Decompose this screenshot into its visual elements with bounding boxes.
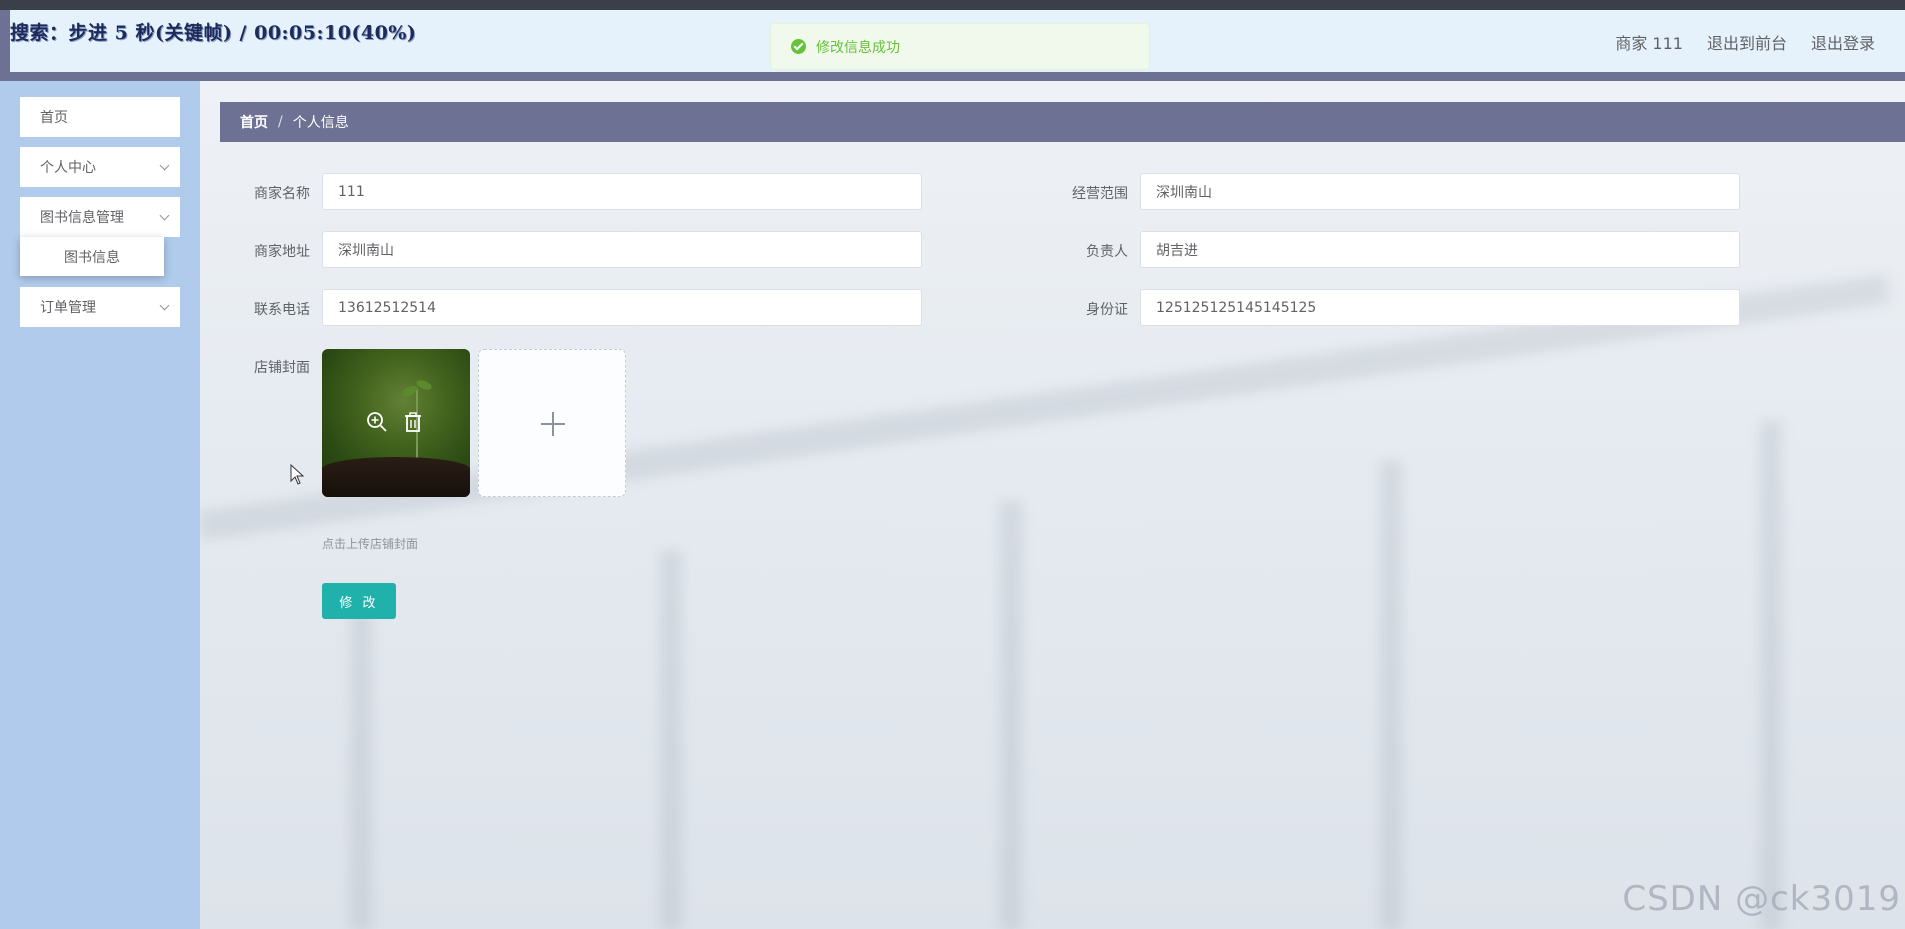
- merchant-name-label: 商家名称: [254, 186, 310, 202]
- breadcrumb-separator: /: [278, 114, 283, 130]
- background-fence-post: [660, 551, 682, 929]
- chevron-down-icon: [159, 160, 170, 171]
- background-fence-post: [1380, 461, 1402, 929]
- merchant-account-link[interactable]: 商家 111: [1615, 30, 1683, 54]
- breadcrumb-current: 个人信息: [292, 115, 349, 131]
- id-card-label: 身份证: [1086, 302, 1128, 318]
- business-scope-label: 经营范围: [1072, 186, 1128, 202]
- manager-input[interactable]: [1140, 231, 1740, 268]
- plus-icon-stroke: [552, 412, 554, 436]
- watermark-text: CSDN @ck3019: [1622, 879, 1901, 919]
- sidebar-item-personal-center[interactable]: 个人中心: [20, 147, 180, 187]
- manager-label: 负责人: [1086, 244, 1128, 260]
- delete-icon[interactable]: [402, 411, 424, 433]
- sidebar-item-label: 首页: [40, 110, 68, 126]
- success-toast: 修改信息成功: [770, 23, 1150, 70]
- merchant-name-input[interactable]: [322, 173, 922, 210]
- business-scope-input[interactable]: [1140, 173, 1740, 210]
- phone-input[interactable]: [322, 289, 922, 326]
- header-user-links: 商家 111 退出到前台 退出登录: [1615, 30, 1875, 54]
- video-overlay-caption: 搜索：步进 5 秒(关键帧) / 00:05:10(40%): [10, 22, 417, 44]
- header-bottom-bar: [0, 72, 1905, 81]
- background-fence-post: [1000, 501, 1022, 929]
- image-hover-overlay: [322, 349, 470, 497]
- sidebar-item-label: 图书信息管理: [40, 210, 124, 226]
- check-circle-icon: [791, 39, 806, 54]
- sidebar-item-label: 订单管理: [40, 300, 96, 316]
- store-cover-label: 店铺封面: [254, 360, 310, 376]
- upload-add-button[interactable]: [478, 349, 626, 497]
- id-card-input[interactable]: [1140, 289, 1740, 326]
- logout-link[interactable]: 退出登录: [1811, 30, 1875, 54]
- breadcrumb-home[interactable]: 首页: [240, 112, 268, 132]
- merchant-address-input[interactable]: [322, 231, 922, 268]
- background-fence-post: [1760, 421, 1782, 929]
- sidebar-item-label: 个人中心: [40, 160, 96, 176]
- background-fence-post: [350, 601, 372, 929]
- upload-tip-text: 点击上传店铺封面: [322, 537, 419, 551]
- phone-label: 联系电话: [254, 302, 310, 318]
- submenu-item-label: 图书信息: [64, 249, 120, 266]
- chevron-down-icon: [159, 300, 170, 311]
- merchant-address-label: 商家地址: [254, 244, 310, 260]
- store-cover-image[interactable]: [322, 349, 470, 497]
- sidebar-item-book-management[interactable]: 图书信息管理: [20, 197, 180, 237]
- back-to-frontend-link[interactable]: 退出到前台: [1707, 30, 1787, 54]
- modify-button[interactable]: 修 改: [322, 583, 396, 619]
- sidebar-item-order-management[interactable]: 订单管理: [20, 287, 180, 327]
- toast-message: 修改信息成功: [816, 39, 900, 56]
- submenu-item-book-info[interactable]: 图书信息: [20, 237, 164, 276]
- chevron-down-icon: [159, 210, 170, 221]
- window-top-strip: [0, 0, 1905, 10]
- sidebar-item-home[interactable]: 首页: [20, 97, 180, 137]
- zoom-in-icon[interactable]: [366, 411, 388, 433]
- breadcrumb: 首页 / 个人信息: [220, 102, 1905, 142]
